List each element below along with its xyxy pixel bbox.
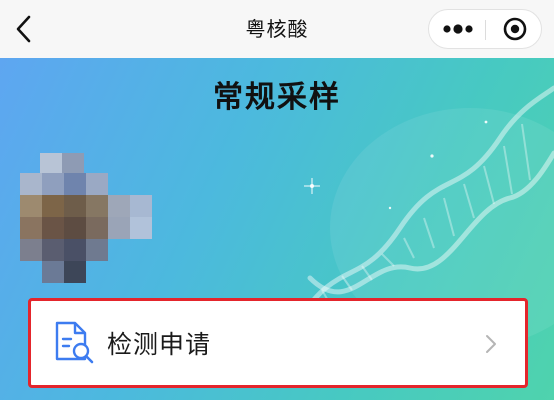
more-button[interactable] <box>433 14 481 44</box>
document-search-icon <box>55 321 94 364</box>
capsule-menu <box>428 9 542 49</box>
target-circle-icon <box>503 17 527 41</box>
test-application-item[interactable]: 检测申请 <box>31 301 525 385</box>
close-miniapp-button[interactable] <box>491 14 537 44</box>
test-application-label: 检测申请 <box>107 330 212 359</box>
avatar <box>20 153 152 283</box>
nav-bar: 粤核酸 <box>0 0 554 58</box>
service-card: 检测申请 <box>28 298 528 388</box>
chevron-right-icon <box>486 335 496 353</box>
more-dots-icon <box>443 24 473 34</box>
page-title: 常规采样 <box>213 80 341 115</box>
banner: 常规采样 检测申请 <box>0 58 554 400</box>
capsule-divider <box>485 20 486 40</box>
